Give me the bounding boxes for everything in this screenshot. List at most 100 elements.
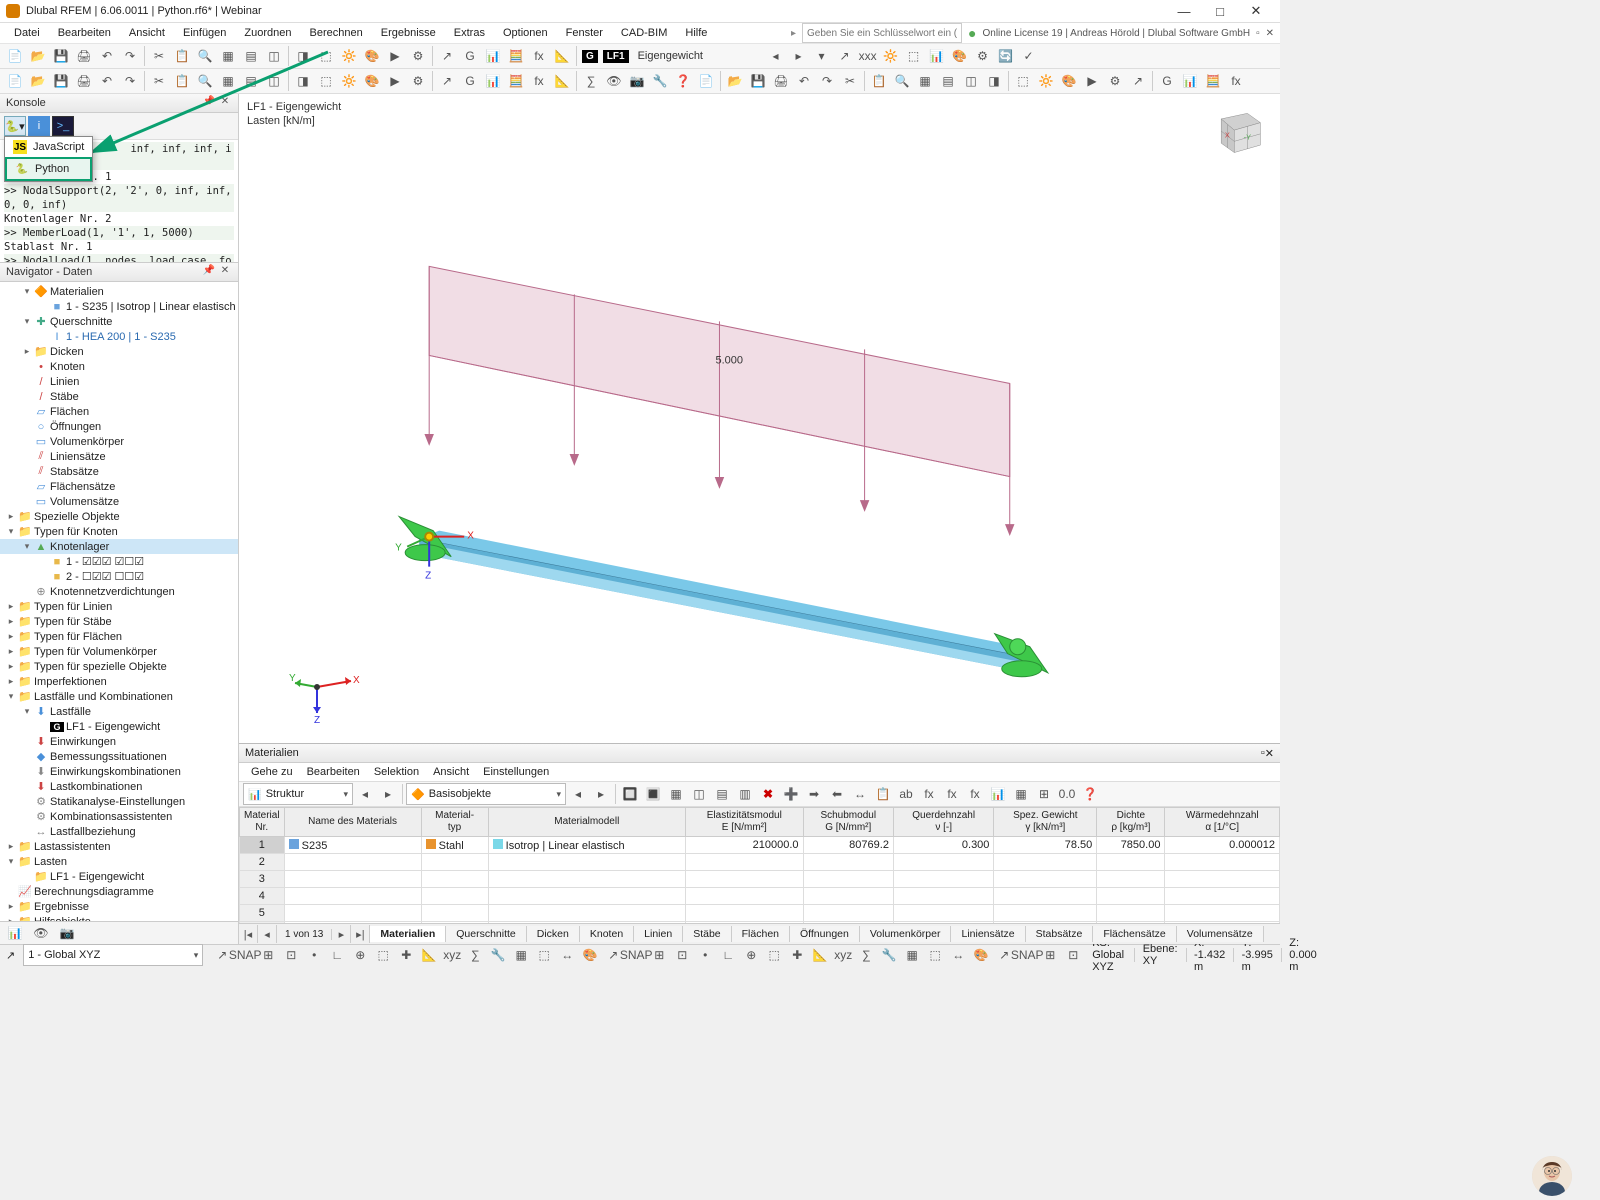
next-page-icon[interactable]: ▸ <box>332 925 351 943</box>
table-row[interactable]: 2 <box>240 854 1280 871</box>
tree-node[interactable]: ▭Volumenkörper <box>0 434 238 449</box>
status-toolbar-button[interactable]: ⊡ <box>1062 944 1084 966</box>
status-toolbar-button[interactable]: ⬚ <box>533 944 555 966</box>
column-header[interactable]: Querdehnzahl ν [-] <box>893 808 993 837</box>
tree-node[interactable]: ■1 - S235 | Isotrop | Linear elastisch <box>0 299 238 314</box>
column-header[interactable]: Spez. Gewicht γ [kN/m³] <box>994 808 1097 837</box>
status-toolbar-button[interactable]: ⬚ <box>924 944 946 966</box>
tree-node[interactable]: ⬇Einwirkungskombinationen <box>0 764 238 779</box>
column-header[interactable]: Name des Materials <box>284 808 421 837</box>
status-toolbar-button[interactable]: • <box>303 944 325 966</box>
toolbar-button[interactable]: 🔄 <box>995 45 1017 67</box>
status-toolbar-button[interactable]: ⊡ <box>671 944 693 966</box>
data-tab-icon[interactable]: 📊 <box>4 922 26 944</box>
toolbar-button[interactable]: ∑ <box>580 70 602 92</box>
bp-toolbar-button[interactable]: ▤ <box>711 783 733 805</box>
tree-node[interactable]: ⚙Statikanalyse-Einstellungen <box>0 794 238 809</box>
status-toolbar-button[interactable]: SNAP <box>1016 944 1038 966</box>
close-icon[interactable]: ✕ <box>1265 747 1274 760</box>
tree-node[interactable]: ▾📁Lasten <box>0 854 238 869</box>
toolbar-button[interactable]: ◫ <box>263 45 285 67</box>
toolbar-button[interactable]: ⚙ <box>972 45 994 67</box>
toolbar-button[interactable]: ▤ <box>240 70 262 92</box>
status-toolbar-button[interactable]: ⊕ <box>349 944 371 966</box>
menu-optionen[interactable]: Optionen <box>495 25 556 41</box>
toolbar-button[interactable]: ▤ <box>240 45 262 67</box>
toolbar-button[interactable]: ▦ <box>217 45 239 67</box>
toolbar-button[interactable]: 📄 <box>4 70 26 92</box>
status-toolbar-button[interactable]: xyz <box>832 944 854 966</box>
toolbar-button[interactable]: ◫ <box>960 70 982 92</box>
tab-flächensätze[interactable]: Flächensätze <box>1093 926 1176 942</box>
tree-node[interactable]: ▸📁Ergebnisse <box>0 899 238 914</box>
toolbar-button[interactable]: 🎨 <box>949 45 971 67</box>
tree-node[interactable]: ⬇Lastkombinationen <box>0 779 238 794</box>
tree-node[interactable]: ↔Lastfallbeziehung <box>0 824 238 839</box>
tree-node[interactable]: ■2 - ☐☑☑ ☐☐☑ <box>0 569 238 584</box>
status-toolbar-button[interactable]: 🎨 <box>579 944 601 966</box>
tree-node[interactable]: ▸📁Typen für Linien <box>0 599 238 614</box>
menu-zuordnen[interactable]: Zuordnen <box>236 25 299 41</box>
toolbar-button[interactable]: 📋 <box>868 70 890 92</box>
coord-system-combo[interactable]: 1 - Global XYZ▾ <box>23 944 203 966</box>
toolbar-button[interactable]: ◫ <box>263 70 285 92</box>
bp-toolbar-button[interactable]: ✖ <box>757 783 779 805</box>
toolbar-button[interactable]: ▸ <box>788 45 810 67</box>
status-toolbar-button[interactable]: ⬚ <box>372 944 394 966</box>
toolbar-button[interactable]: 📊 <box>482 45 504 67</box>
tab-linien[interactable]: Linien <box>634 926 683 942</box>
status-toolbar-button[interactable]: xyz <box>441 944 463 966</box>
tree-node[interactable]: ▾⬇Lastfälle <box>0 704 238 719</box>
toolbar-button[interactable]: G <box>459 70 481 92</box>
tree-node[interactable]: ■1 - ☑☑☑ ☑☐☑ <box>0 554 238 569</box>
tree-node[interactable]: •Knoten <box>0 359 238 374</box>
dropdown-item-javascript[interactable]: JSJavaScript <box>5 137 92 157</box>
status-toolbar-button[interactable]: ⊞ <box>257 944 279 966</box>
tree-node[interactable]: GLF1 - Eigengewicht <box>0 719 238 734</box>
toolbar-button[interactable]: 💾 <box>747 70 769 92</box>
menu-bearbeiten[interactable]: Bearbeiten <box>50 25 119 41</box>
status-toolbar-button[interactable]: ✚ <box>395 944 417 966</box>
maximize-button[interactable]: □ <box>1202 1 1238 21</box>
bp-toolbar-button[interactable]: ab <box>895 783 917 805</box>
toolbar-button[interactable]: 🧮 <box>505 70 527 92</box>
toolbar-button[interactable]: 📷 <box>626 70 648 92</box>
bp-toolbar-button[interactable]: fx <box>918 783 940 805</box>
info-button[interactable]: i <box>28 116 50 136</box>
bp-menu-selektion[interactable]: Selektion <box>368 764 425 780</box>
tree-node[interactable]: ▾📁Typen für Knoten <box>0 524 238 539</box>
toolbar-button[interactable]: fx <box>528 45 550 67</box>
toolbar-button[interactable]: 🔆 <box>338 70 360 92</box>
close-button[interactable]: ✕ <box>1238 1 1274 21</box>
toolbar-button[interactable]: ↗ <box>436 45 458 67</box>
toolbar-button[interactable]: ◨ <box>292 70 314 92</box>
menu-ergebnisse[interactable]: Ergebnisse <box>373 25 444 41</box>
toolbar-button[interactable]: 🖨 <box>73 70 95 92</box>
tab-stabsätze[interactable]: Stabsätze <box>1026 926 1094 942</box>
next-icon[interactable]: ▸ <box>377 783 399 805</box>
toolbar-button[interactable]: ▶ <box>384 45 406 67</box>
language-dropdown-button[interactable]: 🐍▾ <box>4 116 26 136</box>
bp-toolbar-button[interactable]: ➡ <box>803 783 825 805</box>
toolbar-button[interactable]: ❓ <box>672 70 694 92</box>
bp-toolbar-button[interactable]: ▦ <box>1010 783 1032 805</box>
toolbar-button[interactable]: 🧮 <box>505 45 527 67</box>
column-header[interactable]: Schubmodul G [N/mm²] <box>803 808 893 837</box>
toolbar-button[interactable]: ⬚ <box>315 45 337 67</box>
tree-node[interactable]: ▾✚Querschnitte <box>0 314 238 329</box>
status-toolbar-button[interactable]: 📐 <box>809 944 831 966</box>
status-toolbar-button[interactable]: 📐 <box>418 944 440 966</box>
bp-menu-einstellungen[interactable]: Einstellungen <box>477 764 555 780</box>
bp-menu-gehe zu[interactable]: Gehe zu <box>245 764 299 780</box>
tree-node[interactable]: ⫽Liniensätze <box>0 449 238 464</box>
toolbar-button[interactable]: ▦ <box>914 70 936 92</box>
status-toolbar-button[interactable]: ⬚ <box>763 944 785 966</box>
structure-combo[interactable]: 📊Struktur▾ <box>243 783 353 805</box>
tree-node[interactable]: ⚙Kombinationsassistenten <box>0 809 238 824</box>
close-icon[interactable]: ✕ <box>218 265 232 279</box>
minimize-button[interactable]: — <box>1166 1 1202 21</box>
status-toolbar-button[interactable]: 🎨 <box>970 944 992 966</box>
bp-toolbar-button[interactable]: ◫ <box>688 783 710 805</box>
status-toolbar-button[interactable]: ✚ <box>786 944 808 966</box>
tab-flächen[interactable]: Flächen <box>732 926 790 942</box>
